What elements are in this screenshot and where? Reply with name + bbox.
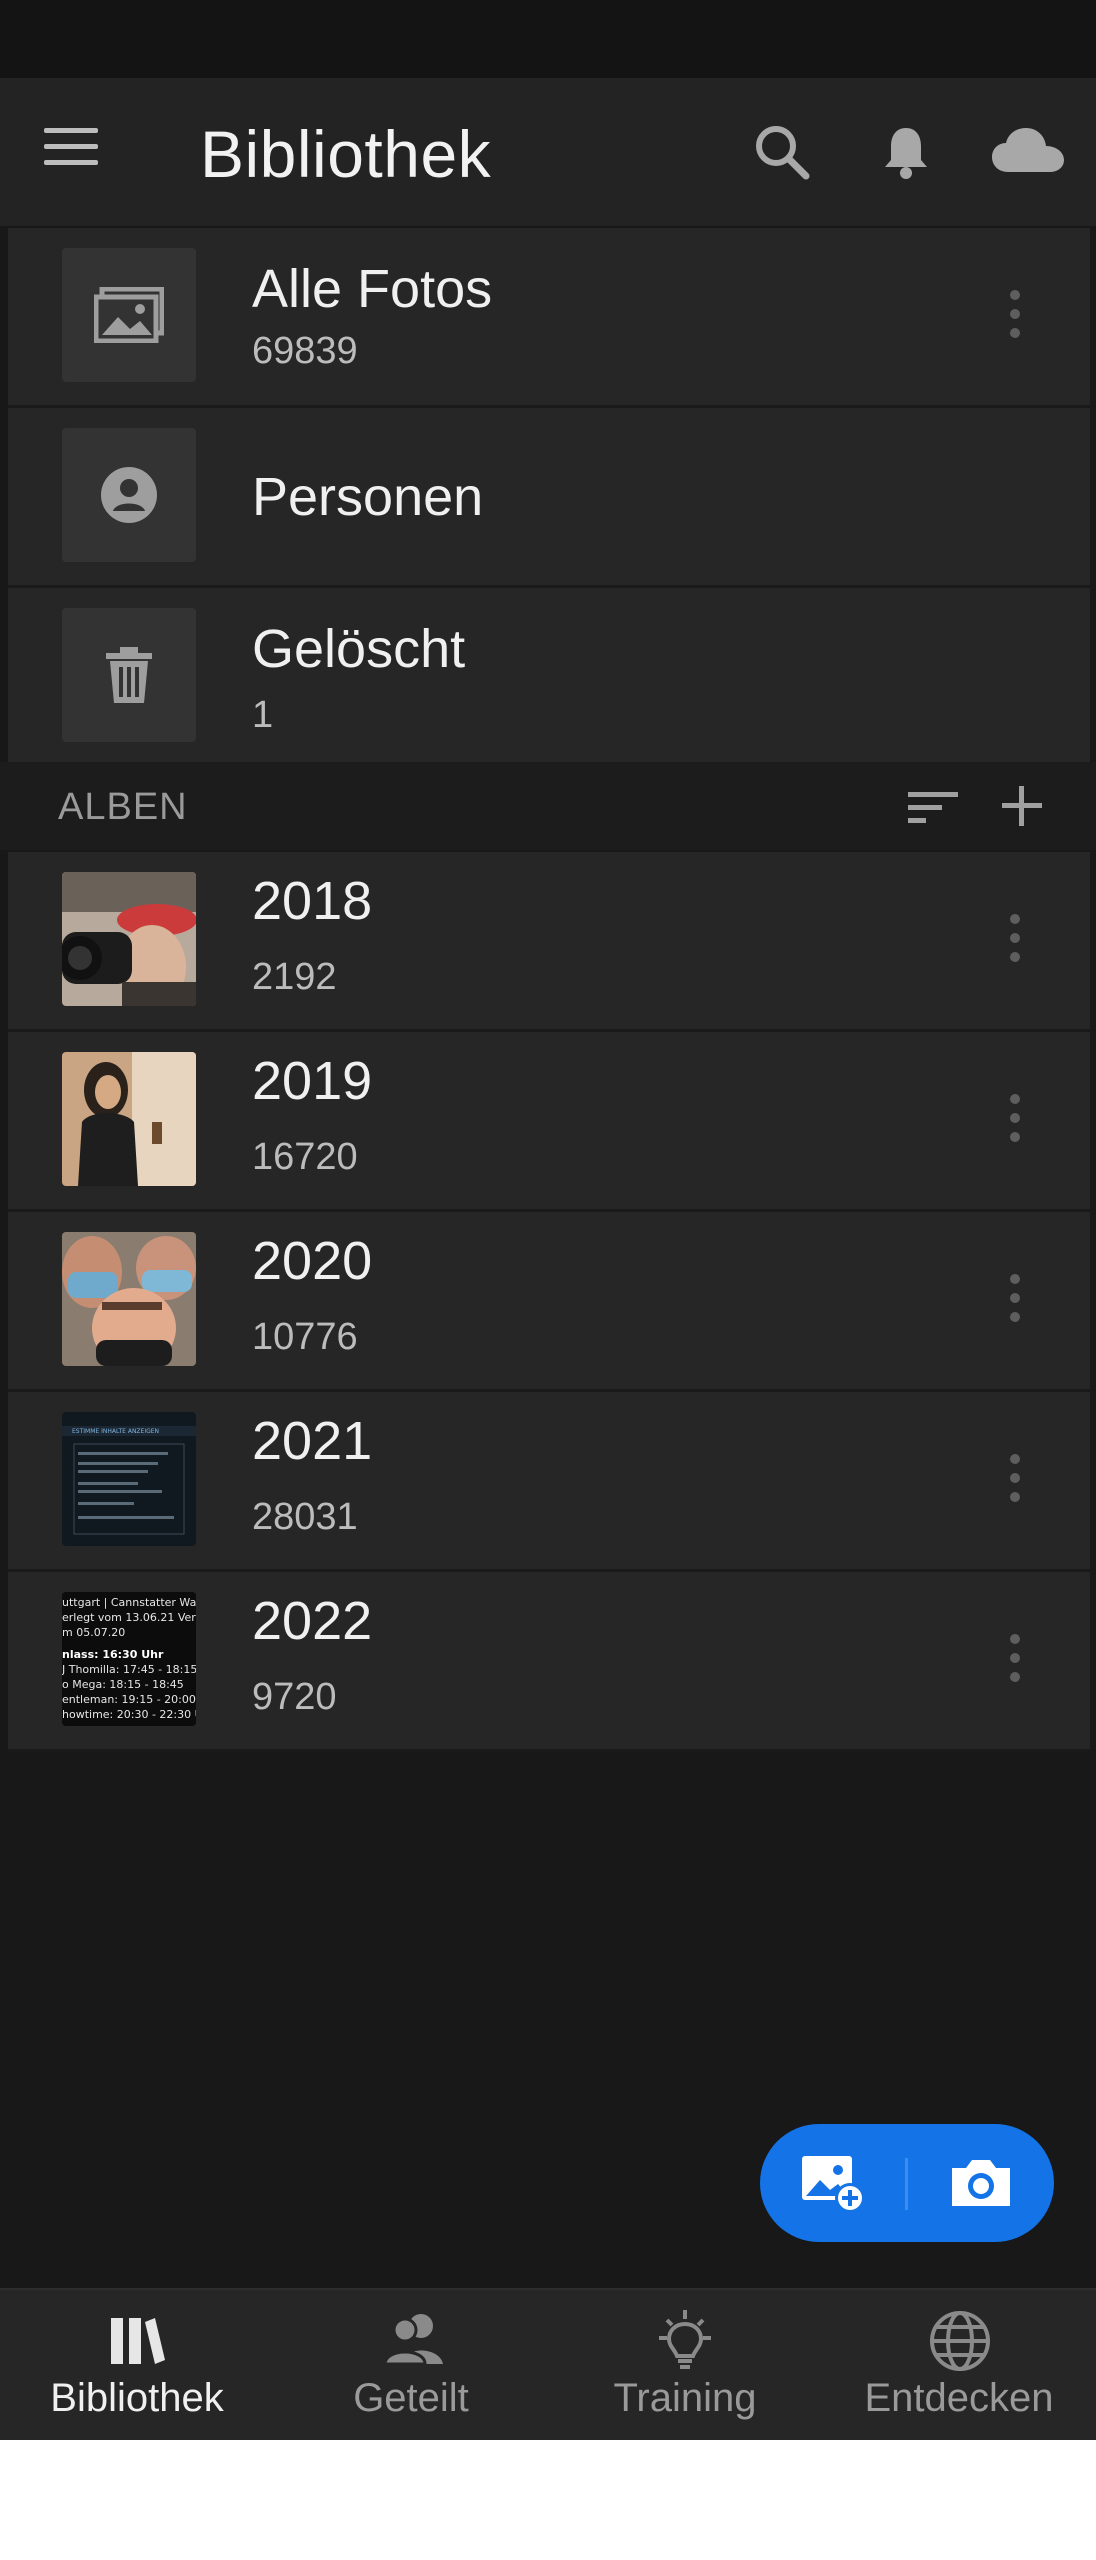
thumbnail-caption: ESTIMME INHALTE ANZEIGEN [72, 1428, 159, 1435]
album-thumbnail [62, 872, 196, 1006]
thumbnail-text-line: nlass: 16:30 Uhr [62, 1648, 164, 1661]
album-count: 28031 [252, 1496, 358, 1538]
thumbnail-text-line: uttgart | Cannstatter Wase [62, 1596, 196, 1609]
tab-geteilt[interactable]: Geteilt [274, 2290, 548, 2440]
library-item-label: Gelöscht [252, 619, 466, 679]
album-item[interactable]: uttgart | Cannstatter Wase erlegt vom 13… [8, 1572, 1090, 1752]
search-icon[interactable] [752, 122, 812, 182]
system-navigation-area [0, 2440, 1096, 2560]
add-photo-icon[interactable] [798, 2152, 868, 2214]
album-count: 10776 [252, 1316, 358, 1358]
more-options-icon[interactable] [1008, 290, 1022, 346]
album-count: 9720 [252, 1676, 337, 1718]
fab-divider [905, 2158, 908, 2210]
tab-training[interactable]: Training [548, 2290, 822, 2440]
tab-label: Training [613, 2376, 757, 2420]
album-item[interactable]: ESTIMME INHALTE ANZEIGEN 2021 28031 [8, 1392, 1090, 1572]
tab-bibliothek[interactable]: Bibliothek [0, 2290, 274, 2440]
thumbnail-text-line: erlegt vom 13.06.21 Verleg [62, 1611, 196, 1624]
top-app-bar: Bibliothek [0, 78, 1096, 226]
library-item-count: 1 [252, 694, 274, 736]
trash-icon [62, 608, 196, 742]
more-options-icon[interactable] [1008, 1094, 1022, 1150]
library-item-all-photos[interactable]: Alle Fotos 69839 [8, 228, 1090, 408]
library-item-label: Personen [252, 467, 484, 527]
section-title: ALBEN [58, 786, 188, 828]
thumbnail-text-line: o Mega: 18:15 - 18:45 [62, 1678, 184, 1691]
library-list: Alle Fotos 69839 Personen Gelöscht 1 [8, 228, 1090, 768]
lightbulb-icon [659, 2310, 711, 2369]
photo-icon [62, 248, 196, 382]
album-thumbnail [62, 1052, 196, 1186]
album-item[interactable]: 2019 16720 [8, 1032, 1090, 1212]
people-icon [383, 2314, 443, 2366]
more-options-icon[interactable] [1008, 1274, 1022, 1330]
thumbnail-text-line: entleman: 19:15 - 20:00 Uh [62, 1693, 196, 1706]
thumbnail-text-line: J Thomilla: 17:45 - 18:15 [62, 1663, 196, 1676]
status-bar [0, 0, 1096, 78]
library-item-people[interactable]: Personen [8, 408, 1090, 588]
cloud-icon[interactable] [990, 122, 1066, 182]
album-item[interactable]: 2020 10776 [8, 1212, 1090, 1392]
album-name: 2020 [252, 1231, 373, 1291]
album-count: 2192 [252, 956, 337, 998]
tab-label: Bibliothek [50, 2376, 224, 2420]
album-thumbnail: ESTIMME INHALTE ANZEIGEN [62, 1412, 196, 1546]
add-icon[interactable] [1000, 784, 1044, 828]
library-icon [111, 2318, 165, 2364]
album-name: 2019 [252, 1051, 373, 1111]
album-name: 2021 [252, 1411, 373, 1471]
albums-section-header: ALBEN [0, 762, 1096, 850]
album-name: 2018 [252, 871, 373, 931]
album-item[interactable]: 2018 2192 [8, 852, 1090, 1032]
library-item-deleted[interactable]: Gelöscht 1 [8, 588, 1090, 768]
bell-icon[interactable] [876, 122, 936, 182]
more-options-icon[interactable] [1008, 914, 1022, 970]
more-options-icon[interactable] [1008, 1454, 1022, 1510]
bottom-navigation: Bibliothek Geteilt Training Entdecken [0, 2288, 1096, 2440]
library-item-count: 69839 [252, 330, 358, 372]
album-thumbnail [62, 1232, 196, 1366]
album-count: 16720 [252, 1136, 358, 1178]
globe-icon [930, 2311, 990, 2371]
tab-label: Geteilt [353, 2376, 469, 2420]
sort-icon[interactable] [908, 788, 958, 828]
menu-icon[interactable] [44, 128, 98, 176]
album-list: 2018 2192 2019 16720 2020 10776 ESTIMME … [8, 852, 1090, 1752]
tab-label: Entdecken [864, 2376, 1054, 2420]
more-options-icon[interactable] [1008, 1634, 1022, 1690]
album-name: 2022 [252, 1591, 373, 1651]
camera-icon[interactable] [948, 2156, 1014, 2210]
thumbnail-text-line: howtime: 20:30 - 22:30 Uhr [62, 1708, 196, 1721]
thumbnail-text-line: m 05.07.20 [62, 1626, 125, 1639]
import-capture-fab [760, 2124, 1054, 2242]
tab-entdecken[interactable]: Entdecken [822, 2290, 1096, 2440]
person-icon [62, 428, 196, 562]
page-title: Bibliothek [200, 117, 492, 191]
album-thumbnail: uttgart | Cannstatter Wase erlegt vom 13… [62, 1592, 196, 1726]
library-item-label: Alle Fotos [252, 259, 493, 319]
